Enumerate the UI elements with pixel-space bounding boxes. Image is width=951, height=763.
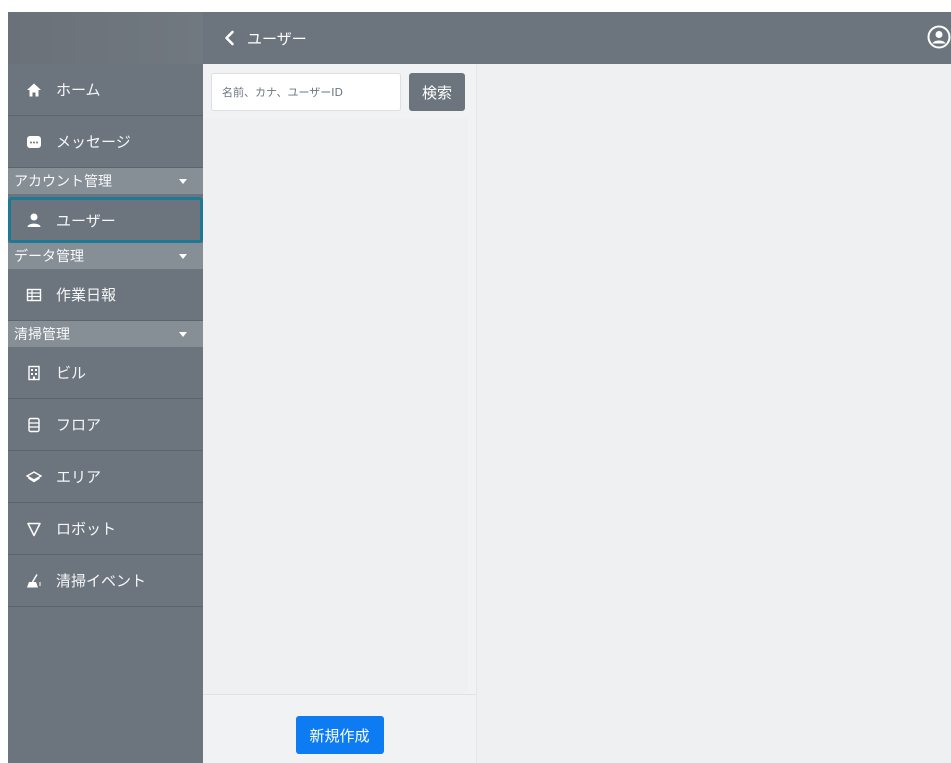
sidebar-item-label: エリア: [56, 468, 102, 486]
floor-icon: [26, 417, 42, 433]
user-list-panel: 検索 新規作成: [203, 64, 476, 763]
sidebar-item-area[interactable]: エリア: [8, 451, 203, 503]
caret-down-icon: [179, 178, 187, 184]
search-row: 検索: [211, 73, 465, 111]
sidebar: ホーム メッセージ アカウント管理 ユーザー データ管理 作業日報 清掃管理 ビ…: [8, 12, 203, 763]
section-data-management[interactable]: データ管理: [8, 243, 203, 269]
search-button[interactable]: 検索: [409, 73, 465, 111]
list-footer: 新規作成: [203, 694, 476, 763]
app-shell: ホーム メッセージ アカウント管理 ユーザー データ管理 作業日報 清掃管理 ビ…: [8, 12, 951, 763]
caret-down-icon: [179, 331, 187, 337]
sidebar-item-home[interactable]: ホーム: [8, 64, 203, 116]
section-label: 清掃管理: [14, 327, 70, 343]
sidebar-item-robot[interactable]: ロボット: [8, 503, 203, 555]
section-label: データ管理: [14, 249, 84, 265]
sidebar-item-floor[interactable]: フロア: [8, 399, 203, 451]
sidebar-item-label: ロボット: [56, 520, 117, 538]
building-icon: [26, 365, 42, 381]
sidebar-item-message[interactable]: メッセージ: [8, 116, 203, 168]
create-new-button[interactable]: 新規作成: [295, 716, 384, 754]
sidebar-item-cleaning-event[interactable]: 清掃イベント: [8, 555, 203, 607]
table-icon: [26, 287, 42, 303]
detail-panel: [477, 64, 951, 763]
sidebar-item-label: ユーザー: [56, 211, 116, 230]
caret-down-icon: [179, 253, 187, 259]
sidebar-item-label: 作業日報: [56, 286, 117, 304]
section-account-management[interactable]: アカウント管理: [8, 168, 203, 194]
section-cleaning-management[interactable]: 清掃管理: [8, 321, 203, 347]
page-title: ユーザー: [247, 29, 307, 48]
sidebar-item-label: ビル: [56, 364, 87, 382]
sidebar-item-label: メッセージ: [56, 133, 131, 151]
account-circle-icon[interactable]: [927, 25, 951, 49]
area-icon: [26, 469, 42, 485]
robot-icon: [26, 521, 42, 537]
message-icon: [26, 134, 42, 150]
top-bar: ユーザー: [203, 12, 951, 64]
home-icon: [26, 82, 42, 98]
broom-icon: [26, 573, 42, 589]
sidebar-item-daily-report[interactable]: 作業日報: [8, 269, 203, 321]
sidebar-item-label: ホーム: [56, 81, 101, 99]
user-icon: [26, 212, 42, 228]
section-label: アカウント管理: [14, 174, 112, 190]
sidebar-item-label: 清掃イベント: [56, 572, 147, 590]
sidebar-item-users[interactable]: ユーザー: [8, 197, 203, 243]
back-chevron-icon[interactable]: [221, 29, 239, 47]
search-input[interactable]: [211, 73, 401, 111]
sidebar-item-building[interactable]: ビル: [8, 347, 203, 399]
sidebar-header: [8, 12, 203, 64]
user-list: [203, 118, 468, 694]
sidebar-item-label: フロア: [56, 416, 102, 434]
